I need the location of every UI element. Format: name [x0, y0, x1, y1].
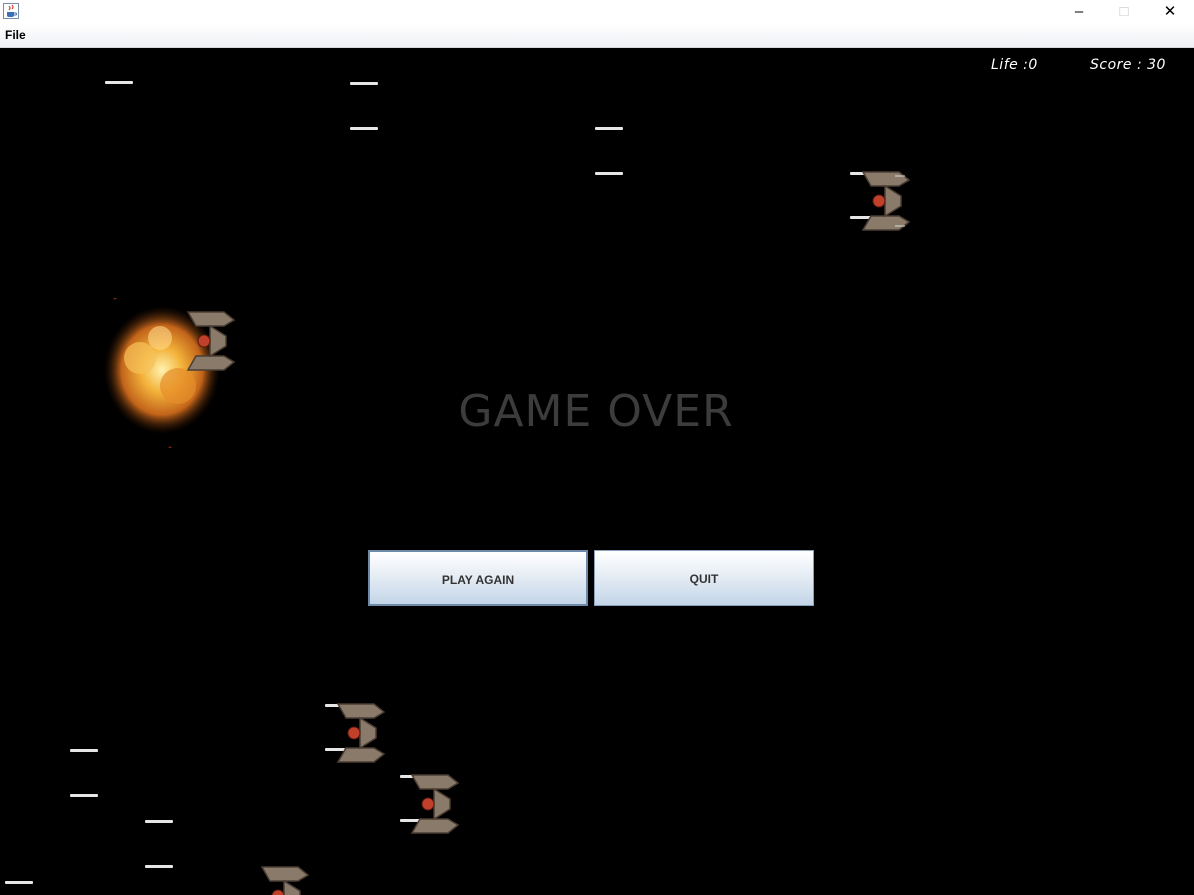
- game-over-title: GAME OVER: [458, 386, 734, 437]
- java-cup-icon: [3, 3, 19, 19]
- bullet: [595, 172, 623, 175]
- minimize-button[interactable]: –: [1056, 0, 1102, 24]
- enemy-ship-icon: [260, 866, 310, 895]
- bullet: [70, 794, 98, 797]
- enemy-ship-icon: [861, 171, 911, 231]
- bullet: [5, 881, 33, 884]
- maximize-button[interactable]: □: [1101, 0, 1147, 24]
- enemy-ship-icon: [336, 703, 386, 763]
- menu-bar: File: [0, 24, 1194, 48]
- enemy-ship-icon: [186, 311, 236, 371]
- game-canvas: Life :0 Score : 30 GAME OVER PLAY AGAIN …: [0, 48, 1194, 895]
- bullet: [145, 865, 173, 868]
- play-again-button[interactable]: PLAY AGAIN: [368, 550, 588, 606]
- bullet: [595, 127, 623, 130]
- quit-button[interactable]: QUIT: [594, 550, 814, 606]
- window-titlebar: – □ ✕: [0, 0, 1194, 24]
- bullet: [350, 82, 378, 85]
- bullet: [70, 749, 98, 752]
- bullet: [105, 81, 133, 84]
- score-counter: Score : 30: [1090, 57, 1166, 73]
- bullet: [145, 820, 173, 823]
- life-counter: Life :0: [991, 57, 1038, 73]
- bullet: [350, 127, 378, 130]
- menu-file[interactable]: File: [5, 28, 26, 42]
- enemy-ship-icon: [410, 774, 460, 834]
- close-button[interactable]: ✕: [1147, 0, 1193, 24]
